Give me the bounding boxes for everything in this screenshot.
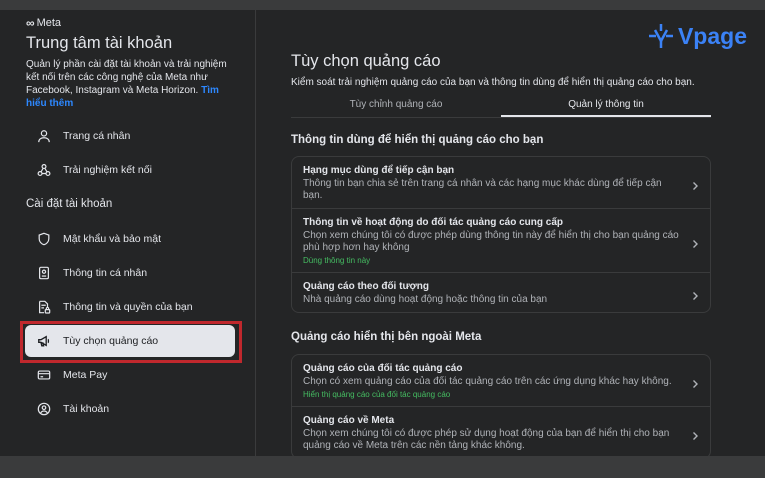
sidebar-title: Trung tâm tài khoản: [26, 34, 173, 52]
list-item-title: Quảng cáo của đối tác quảng cáo: [303, 363, 463, 374]
meta-logo: ∞ Meta: [26, 16, 61, 30]
chevron-right-icon: [690, 236, 700, 248]
top-bar: [0, 0, 765, 10]
list-item-partner-ads[interactable]: Quảng cáo của đối tác quảng cáo Chọn có …: [292, 355, 710, 407]
sidebar-item-label: Thông tin và quyền của bạn: [63, 301, 193, 313]
vpage-watermark: Vpage: [647, 22, 747, 50]
list-item-status: Dùng thông tin này: [303, 256, 371, 265]
chevron-right-icon: [690, 288, 700, 300]
sidebar-item-profile[interactable]: Trang cá nhân: [25, 120, 235, 152]
list-item-description: Thông tin bạn chia sẻ trên trang cá nhân…: [303, 178, 662, 201]
list-item-description: Chọn có xem quảng cáo của đối tác quảng …: [303, 376, 672, 387]
list-item-title: Thông tin về hoạt động do đối tác quảng …: [303, 217, 563, 228]
sidebar-item-label: Tài khoản: [63, 403, 110, 415]
connected-icon: [36, 162, 52, 178]
list-item-title: Quảng cáo theo đối tượng: [303, 281, 430, 292]
sidebar-item-label: Thông tin cá nhân: [63, 267, 148, 279]
sidebar-item-your-info-permissions[interactable]: Thông tin và quyền của bạn: [25, 291, 235, 323]
list-item-title: Hạng mục dùng để tiếp cận bạn: [303, 165, 455, 176]
sidebar-item-password-security[interactable]: Mật khẩu và bảo mật: [25, 223, 235, 255]
sidebar-description: Quản lý phần cài đặt tài khoản và trải n…: [26, 58, 238, 110]
tab-bar: Tùy chỉnh quảng cáo Quản lý thông tin: [291, 94, 711, 118]
doc-lock-icon: [36, 299, 52, 315]
sidebar: ∞ Meta Trung tâm tài khoản Quản lý phần …: [0, 10, 256, 456]
sidebar-item-label: Trải nghiệm kết nối: [63, 164, 152, 176]
sidebar-item-label: Meta Pay: [63, 369, 108, 381]
main-panel: Vpage Tùy chọn quảng cáo Kiểm soát trải …: [257, 10, 765, 456]
card-icon: [36, 367, 52, 383]
tab-customize-ads[interactable]: Tùy chỉnh quảng cáo: [291, 94, 501, 117]
vpage-watermark-text: Vpage: [677, 22, 747, 49]
account-settings-heading: Cài đặt tài khoản: [26, 198, 113, 210]
user-icon: [36, 128, 52, 144]
sidebar-item-connected-experiences[interactable]: Trải nghiệm kết nối: [25, 154, 235, 186]
sidebar-item-personal-info[interactable]: Thông tin cá nhân: [25, 257, 235, 289]
tab-manage-info[interactable]: Quản lý thông tin: [501, 94, 711, 117]
sidebar-item-label: Trang cá nhân: [63, 130, 131, 142]
sidebar-description-text: Quản lý phần cài đặt tài khoản và trải n…: [26, 59, 227, 96]
sidebar-item-label: Mật khẩu và bảo mật: [63, 233, 162, 245]
section-heading-ads-outside-meta: Quảng cáo hiển thị bên ngoài Meta: [291, 331, 482, 343]
list-item-categories[interactable]: Hạng mục dùng để tiếp cận bạn Thông tin …: [292, 157, 710, 209]
page-subtitle: Kiểm soát trải nghiệm quảng cáo của bạn …: [291, 77, 695, 88]
meta-brand-label: Meta: [36, 17, 62, 29]
sidebar-item-accounts[interactable]: Tài khoản: [25, 393, 235, 425]
infinity-icon: ∞: [26, 16, 35, 30]
shield-icon: [36, 231, 52, 247]
settings-card-info-used: Hạng mục dùng để tiếp cận bạn Thông tin …: [291, 156, 711, 313]
list-item-description: Nhà quảng cáo dùng hoạt động hoặc thông …: [303, 294, 548, 305]
highlight-annotation: [20, 321, 242, 363]
list-item-status: Hiển thị quảng cáo của đối tác quảng cáo: [303, 390, 451, 399]
sidebar-item-meta-pay[interactable]: Meta Pay: [25, 359, 235, 391]
list-item-audience-based-ads[interactable]: Quảng cáo theo đối tượng Nhà quảng cáo d…: [292, 273, 710, 312]
list-item-partner-activity[interactable]: Thông tin về hoạt động do đối tác quảng …: [292, 209, 710, 273]
settings-card-ads-outside-meta: Quảng cáo của đối tác quảng cáo Chọn có …: [291, 354, 711, 456]
list-item-ads-about-meta[interactable]: Quảng cáo về Meta Chọn xem chúng tôi có …: [292, 407, 710, 456]
list-item-title: Quảng cáo về Meta: [303, 415, 395, 426]
chevron-right-icon: [690, 428, 700, 440]
vpage-logo-icon: [648, 24, 673, 48]
list-item-description: Chọn xem chúng tôi có được phép dùng thô…: [303, 230, 679, 253]
list-item-description: Chọn xem chúng tôi có được phép sử dụng …: [303, 428, 670, 451]
bottom-bar: [0, 456, 765, 478]
id-card-icon: [36, 265, 52, 281]
chevron-right-icon: [690, 178, 700, 190]
section-heading-info-used: Thông tin dùng để hiển thị quảng cáo cho…: [291, 134, 544, 146]
page-title: Tùy chọn quảng cáo: [291, 52, 441, 70]
account-circle-icon: [36, 401, 52, 417]
chevron-right-icon: [690, 376, 700, 388]
